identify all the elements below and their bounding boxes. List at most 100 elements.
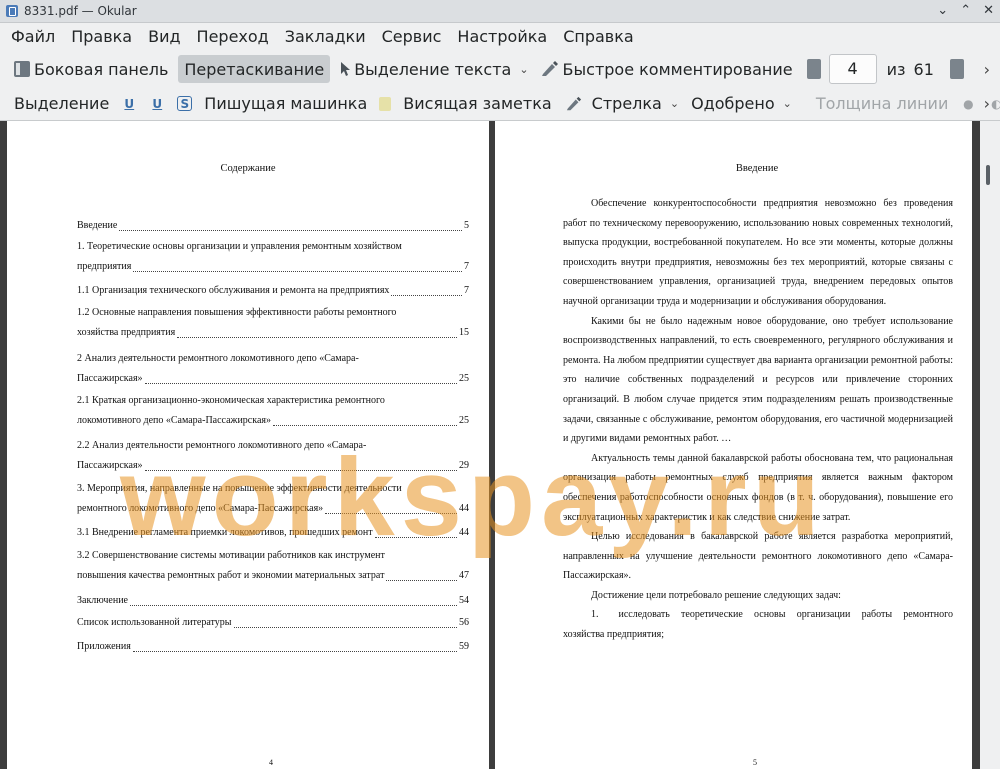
toc-entry-row: Пассажирская» 29 (77, 456, 469, 476)
menu-edit[interactable]: Правка (63, 23, 140, 51)
toc-entry-row: ремонтного локомотивного депо «Самара-Па… (77, 499, 469, 519)
toc-entry[interactable]: Заключение 54 (77, 591, 469, 611)
page-number: 5 (753, 758, 757, 767)
page-number-input[interactable]: 4 (828, 54, 877, 84)
chevron-down-icon[interactable]: ⌄ (519, 63, 528, 76)
toc-entry-row: Приложения 59 (77, 637, 469, 657)
toc-entry[interactable]: 1.1 Организация технического обслуживани… (77, 281, 469, 301)
toc-entry-row: Заключение 54 (77, 591, 469, 611)
toc-entry[interactable]: 2.2 Анализ деятельности ремонтного локом… (77, 436, 469, 476)
toc-entry[interactable]: 3.1 Внедрение регламента приемки локомот… (77, 523, 469, 543)
drag-mode-label: Перетаскивание (184, 59, 325, 79)
minimize-button[interactable]: ⌄ (937, 3, 948, 18)
toc-entry-title: 3.1 Внедрение регламента приемки локомот… (77, 527, 373, 538)
toc-entry[interactable]: 1.2 Основные направления повышения эффек… (77, 303, 469, 343)
selection-tool-label: Выделение (14, 94, 110, 113)
toc-entry-title: хозяйства предприятия (77, 327, 176, 338)
page-number: 4 (269, 758, 273, 767)
toc-entry-line: 2 Анализ деятельности ремонтного локомот… (77, 353, 359, 364)
close-button[interactable]: ✕ (983, 3, 994, 18)
toc-entry-line: 1.2 Основные направления повышения эффек… (77, 307, 397, 318)
sticky-note-label: Висящая заметка (403, 94, 552, 113)
sidebar-button-label: Боковая панель (34, 59, 169, 79)
page-body: Обеспечение конкурентоспособности предпр… (563, 194, 953, 645)
toc-leader-dots (273, 425, 457, 426)
sidebar-panel-icon (14, 61, 30, 77)
toc-entry[interactable]: 3. Мероприятия, направленные на повышени… (77, 479, 469, 519)
arrow-tool-button[interactable]: Стрелка ⌄ (586, 90, 685, 118)
window-title: 8331.pdf — Okular (24, 4, 137, 18)
previous-page-button[interactable] (806, 59, 821, 79)
toc-entry-row: Введение 5 (77, 216, 469, 236)
toc-leader-dots (144, 383, 457, 384)
document-viewport[interactable]: Содержание Введение 5 1. Теоретические осн… (0, 121, 1000, 769)
stamp-tool-button[interactable]: Одобрено ⌄ (685, 90, 798, 118)
toc-entry-row: 1.1 Организация технического обслуживани… (77, 281, 469, 301)
toc-leader-dots (386, 580, 457, 581)
toc-entry-title: Пассажирская» (77, 460, 143, 471)
window-titlebar[interactable]: 8331.pdf — Okular ⌄ ⌃ ✕ (0, 0, 1000, 23)
annotation-toolbar: Выделение U U S Пишущая машинка Висящая … (0, 87, 1000, 121)
toc-entry[interactable]: Приложения 59 (77, 637, 469, 657)
toc-entry-page: 7 (464, 285, 469, 296)
toc-entry[interactable]: 1. Теоретические основы организации и уп… (77, 237, 469, 277)
toc-leader-dots (177, 337, 457, 338)
menu-help[interactable]: Справка (555, 23, 642, 51)
toc-entry[interactable]: 3.2 Совершенствование системы мотивации … (77, 546, 469, 586)
toc-entry[interactable]: 2 Анализ деятельности ремонтного локомот… (77, 349, 469, 389)
next-page-button[interactable] (949, 59, 964, 79)
menu-tools[interactable]: Сервис (374, 23, 450, 51)
toc-entry-page: 56 (459, 617, 469, 628)
pen-icon (541, 61, 558, 76)
sticky-note-button[interactable]: Висящая заметка (397, 90, 557, 118)
text-selection-label: Выделение текста (354, 59, 512, 79)
selection-tool-button[interactable]: Выделение (8, 90, 115, 118)
toc-entry[interactable]: Введение 5 (77, 216, 469, 236)
sidebar-button[interactable]: Боковая панель (8, 55, 174, 83)
menu-settings[interactable]: Настройка (449, 23, 555, 51)
note-icon[interactable] (379, 96, 392, 111)
main-toolbar: Боковая панель Перетаскивание Выделение … (0, 52, 1000, 86)
scrollbar-thumb[interactable] (986, 165, 990, 185)
paragraph: Какими бы не было надежным новое оборудо… (563, 315, 953, 445)
paragraph: Обеспечение конкурентоспособности предпр… (563, 198, 953, 307)
menu-bookmarks[interactable]: Закладки (277, 23, 374, 51)
toc-entry-title: ремонтного локомотивного депо «Самара-Па… (77, 503, 324, 514)
page-title: Введение (735, 163, 779, 174)
quick-annotation-button[interactable]: Быстрое комментирование (535, 55, 799, 83)
underline-icon[interactable]: U (121, 96, 137, 112)
paragraph: Актуальность темы данной бакалаврской ра… (563, 452, 953, 523)
line-width-button[interactable]: Толщина линии (810, 90, 955, 118)
menu-bar: Файл Правка Вид Переход Закладки Сервис … (0, 23, 1000, 51)
vertical-scrollbar[interactable] (980, 121, 1000, 769)
strikeout-icon[interactable]: S (177, 96, 193, 111)
paragraph: 1. исследовать теоретические основы орга… (563, 609, 953, 641)
toc-entry-line: 2.2 Анализ деятельности ремонтного локом… (77, 440, 367, 451)
typewriter-label: Пишущая машинка (204, 94, 368, 113)
toc-entry-title: Список использованной литературы (77, 617, 232, 628)
arrow-tool-label: Стрелка (591, 94, 662, 113)
toc-entry-page: 5 (464, 220, 469, 231)
toolbar-overflow-button[interactable]: › (984, 94, 990, 113)
toc-entry-page: 47 (459, 570, 469, 581)
toolbar-overflow-button[interactable]: › (984, 60, 990, 79)
menu-file[interactable]: Файл (0, 23, 63, 51)
menu-view[interactable]: Вид (140, 23, 188, 51)
toc-leader-dots (119, 230, 462, 231)
menu-go[interactable]: Переход (189, 23, 277, 51)
drag-mode-button[interactable]: Перетаскивание (178, 55, 331, 83)
toc-entry[interactable]: 2.1 Краткая организационно-экономическая… (77, 391, 469, 431)
toc-entry[interactable]: Список использованной литературы 56 (77, 613, 469, 633)
opacity-icon[interactable]: ◐ (988, 96, 1000, 112)
chevron-down-icon[interactable]: ⌄ (670, 97, 679, 110)
maximize-button[interactable]: ⌃ (960, 3, 971, 18)
toc-entry-row: локомотивного депо «Самара-Пассажирская»… (77, 411, 469, 431)
color-icon[interactable]: ● (960, 96, 976, 112)
squiggle-underline-icon[interactable]: U (149, 96, 165, 112)
chevron-down-icon[interactable]: ⌄ (783, 97, 792, 110)
toc-entry-title: Пассажирская» (77, 373, 143, 384)
arrow-pen-icon[interactable] (566, 96, 582, 112)
typewriter-button[interactable]: Пишущая машинка (198, 90, 373, 118)
text-selection-button[interactable]: Выделение текста ⌄ (334, 55, 534, 83)
toc-entry-line: 2.1 Краткая организационно-экономическая… (77, 395, 385, 406)
